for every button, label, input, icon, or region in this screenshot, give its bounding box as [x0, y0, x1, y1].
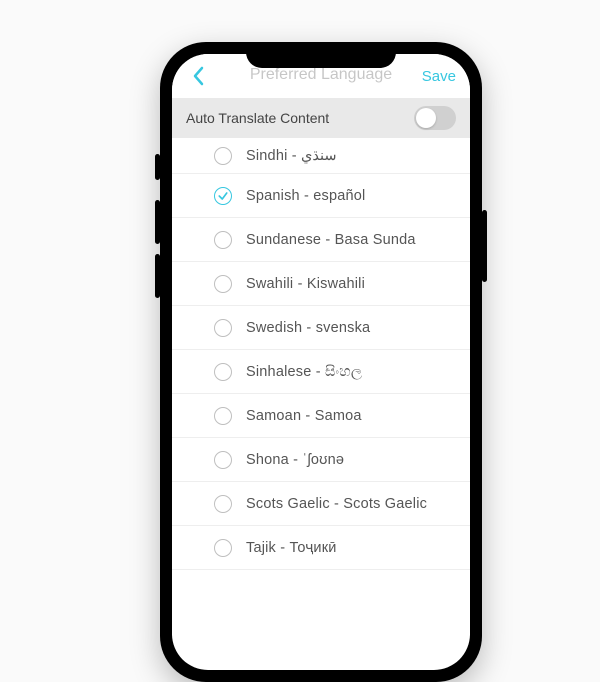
radio-icon	[214, 407, 232, 425]
radio-icon	[214, 231, 232, 249]
radio-icon	[214, 451, 232, 469]
language-option[interactable]: Samoan - Samoa	[172, 394, 470, 438]
language-label: Swahili - Kiswahili	[246, 276, 365, 292]
radio-icon	[214, 147, 232, 165]
auto-translate-label: Auto Translate Content	[186, 110, 329, 126]
language-option[interactable]: Sindhi - سنڌي	[172, 138, 470, 174]
radio-icon	[214, 539, 232, 557]
language-label: Scots Gaelic - Scots Gaelic	[246, 496, 427, 512]
volume-down-button	[155, 254, 160, 298]
radio-icon	[214, 319, 232, 337]
language-label: Samoan - Samoa	[246, 408, 362, 424]
screen: Preferred Language Save Auto Translate C…	[172, 54, 470, 670]
language-option[interactable]: Swahili - Kiswahili	[172, 262, 470, 306]
language-label: Sindhi - سنڌي	[246, 148, 337, 164]
language-option[interactable]: Swedish - svenska	[172, 306, 470, 350]
auto-translate-row: Auto Translate Content	[172, 98, 470, 138]
phone-frame: Preferred Language Save Auto Translate C…	[160, 42, 482, 682]
radio-selected-icon	[214, 187, 232, 205]
volume-up-button	[155, 200, 160, 244]
radio-icon	[214, 363, 232, 381]
language-list[interactable]: Sindhi - سنڌي Spanish - español Sundanese …	[172, 138, 470, 570]
silence-switch	[155, 154, 160, 180]
nav-bar: Preferred Language Save	[172, 54, 470, 98]
language-option[interactable]: Shona - ˈʃoʊnə	[172, 438, 470, 482]
language-option[interactable]: Spanish - español	[172, 174, 470, 218]
language-label: Shona - ˈʃoʊnə	[246, 452, 344, 468]
language-label: Sundanese - Basa Sunda	[246, 232, 416, 248]
auto-translate-toggle[interactable]	[414, 106, 456, 130]
power-button	[482, 210, 487, 282]
language-option[interactable]: Tajik - Тоҷикӣ	[172, 526, 470, 570]
language-option[interactable]: Sundanese - Basa Sunda	[172, 218, 470, 262]
language-label: Sinhalese - සිංහල	[246, 364, 362, 380]
back-button[interactable]	[186, 64, 210, 88]
radio-icon	[214, 275, 232, 293]
language-label: Tajik - Тоҷикӣ	[246, 540, 337, 556]
language-label: Spanish - español	[246, 188, 365, 204]
language-label: Swedish - svenska	[246, 320, 370, 336]
language-option[interactable]: Sinhalese - සිංහල	[172, 350, 470, 394]
save-button[interactable]: Save	[422, 68, 456, 85]
radio-icon	[214, 495, 232, 513]
language-option[interactable]: Scots Gaelic - Scots Gaelic	[172, 482, 470, 526]
chevron-left-icon	[192, 66, 204, 86]
